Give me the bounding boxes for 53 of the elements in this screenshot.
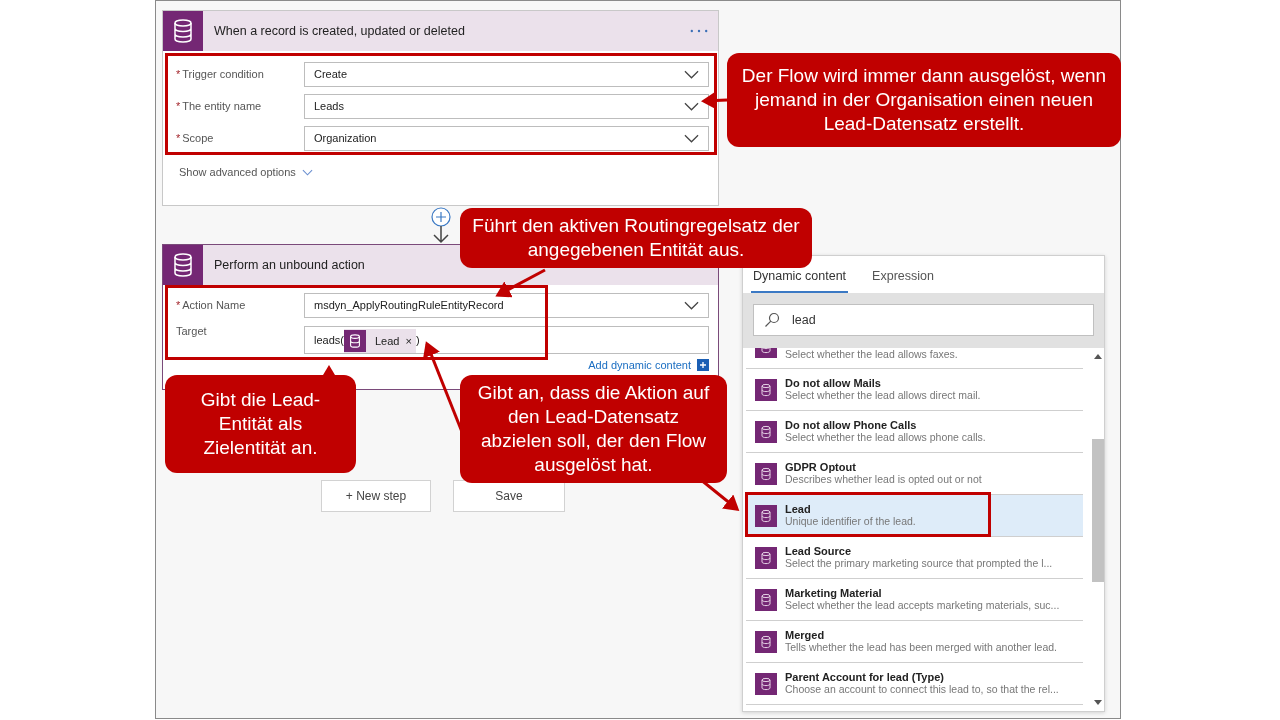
search-field[interactable]: lead [753, 304, 1094, 336]
advanced-options-link[interactable]: Show advanced options [179, 166, 296, 178]
more-icon[interactable] [690, 29, 708, 33]
field-label: * Action Name [176, 299, 247, 311]
panel-tab[interactable]: Expression [870, 269, 936, 293]
dynamic-content-item[interactable]: Do not allow Mails Select whether the lead allows direct mail. [746, 369, 1083, 411]
scroll-up-icon[interactable] [1093, 354, 1102, 359]
dynamic-content-item[interactable]: Marketing Material Select whether the lead accepts marketing materials, suc... [746, 579, 1083, 621]
dropdown-field[interactable]: Leads [304, 93, 709, 119]
callout: Der Flow wird immer dann ausgelöst, wenn jemand in der Organisation einen neuen Lead-Datensatz erstellt. [727, 53, 1121, 147]
dynamic-content-item[interactable]: Merged Tells whether the lead has been merged with another lead. [746, 621, 1083, 663]
chevron-down-icon [684, 101, 699, 111]
dynamic-content-item[interactable]: Select whether the lead allows faxes. [746, 348, 1083, 369]
card-title: Perform an unbound action [214, 258, 366, 272]
dropdown-field[interactable]: Organization [304, 125, 709, 151]
dynamic-token[interactable]: Lead × [343, 329, 416, 353]
database-icon [755, 378, 777, 401]
database-icon [755, 462, 777, 485]
dropdown-field[interactable]: Create [304, 61, 709, 87]
scroll-down-icon[interactable] [1093, 700, 1102, 705]
add-icon[interactable] [697, 359, 709, 371]
field-label: * The entity name [176, 100, 263, 112]
callout: Gibt die Lead-Entität als Zielentität an. [165, 375, 356, 473]
callout-arrow [701, 91, 728, 110]
callout-arrow [495, 268, 546, 298]
chevron-down-icon [684, 69, 699, 79]
dynamic-content-item[interactable]: Do not allow Phone Calls Select whether the lead allows phone calls. [746, 411, 1083, 453]
callout: Führt den aktiven Routingregelsatz der angegebenen Entität aus. [460, 208, 812, 268]
target-field[interactable]: leads( Lead × ) [304, 326, 709, 354]
database-icon [755, 672, 777, 695]
dynamic-content-item[interactable]: Lead Unique identifier of the lead. [746, 495, 1083, 537]
field-label: * Trigger condition [176, 68, 265, 80]
new-step-button[interactable]: + New step [321, 480, 431, 512]
card-title: When a record is created, updated or deleted [214, 24, 466, 38]
database-icon [343, 329, 366, 353]
search-icon [764, 312, 780, 328]
field-label: * Scope [176, 132, 215, 144]
database-icon [755, 348, 777, 358]
callout: Gibt an, dass die Aktion auf den Lead-Datensatz abzielen soll, der den Flow ausgelöst hat. [460, 375, 727, 483]
chevron-down-icon [684, 133, 699, 143]
database-icon [755, 588, 777, 611]
dynamic-content-item[interactable]: Parent Account for lead (Type) Choose an account to connect this lead to, so that the rel... [746, 663, 1083, 705]
chevron-down-icon [684, 300, 699, 310]
add-step-connector-icon[interactable] [428, 206, 453, 244]
database-icon [755, 420, 777, 443]
field-label: Target [176, 324, 208, 337]
database-icon [755, 630, 777, 653]
dynamic-content-item[interactable]: Lead Source Select the primary marketing source that prompted the l... [746, 537, 1083, 579]
database-icon [755, 504, 777, 527]
dropdown-field[interactable]: msdyn_ApplyRoutingRuleEntityRecord [304, 292, 709, 318]
chevron-down-icon [301, 168, 313, 176]
add-dynamic-content-link[interactable]: Add dynamic content [588, 359, 691, 371]
database-icon [755, 546, 777, 569]
